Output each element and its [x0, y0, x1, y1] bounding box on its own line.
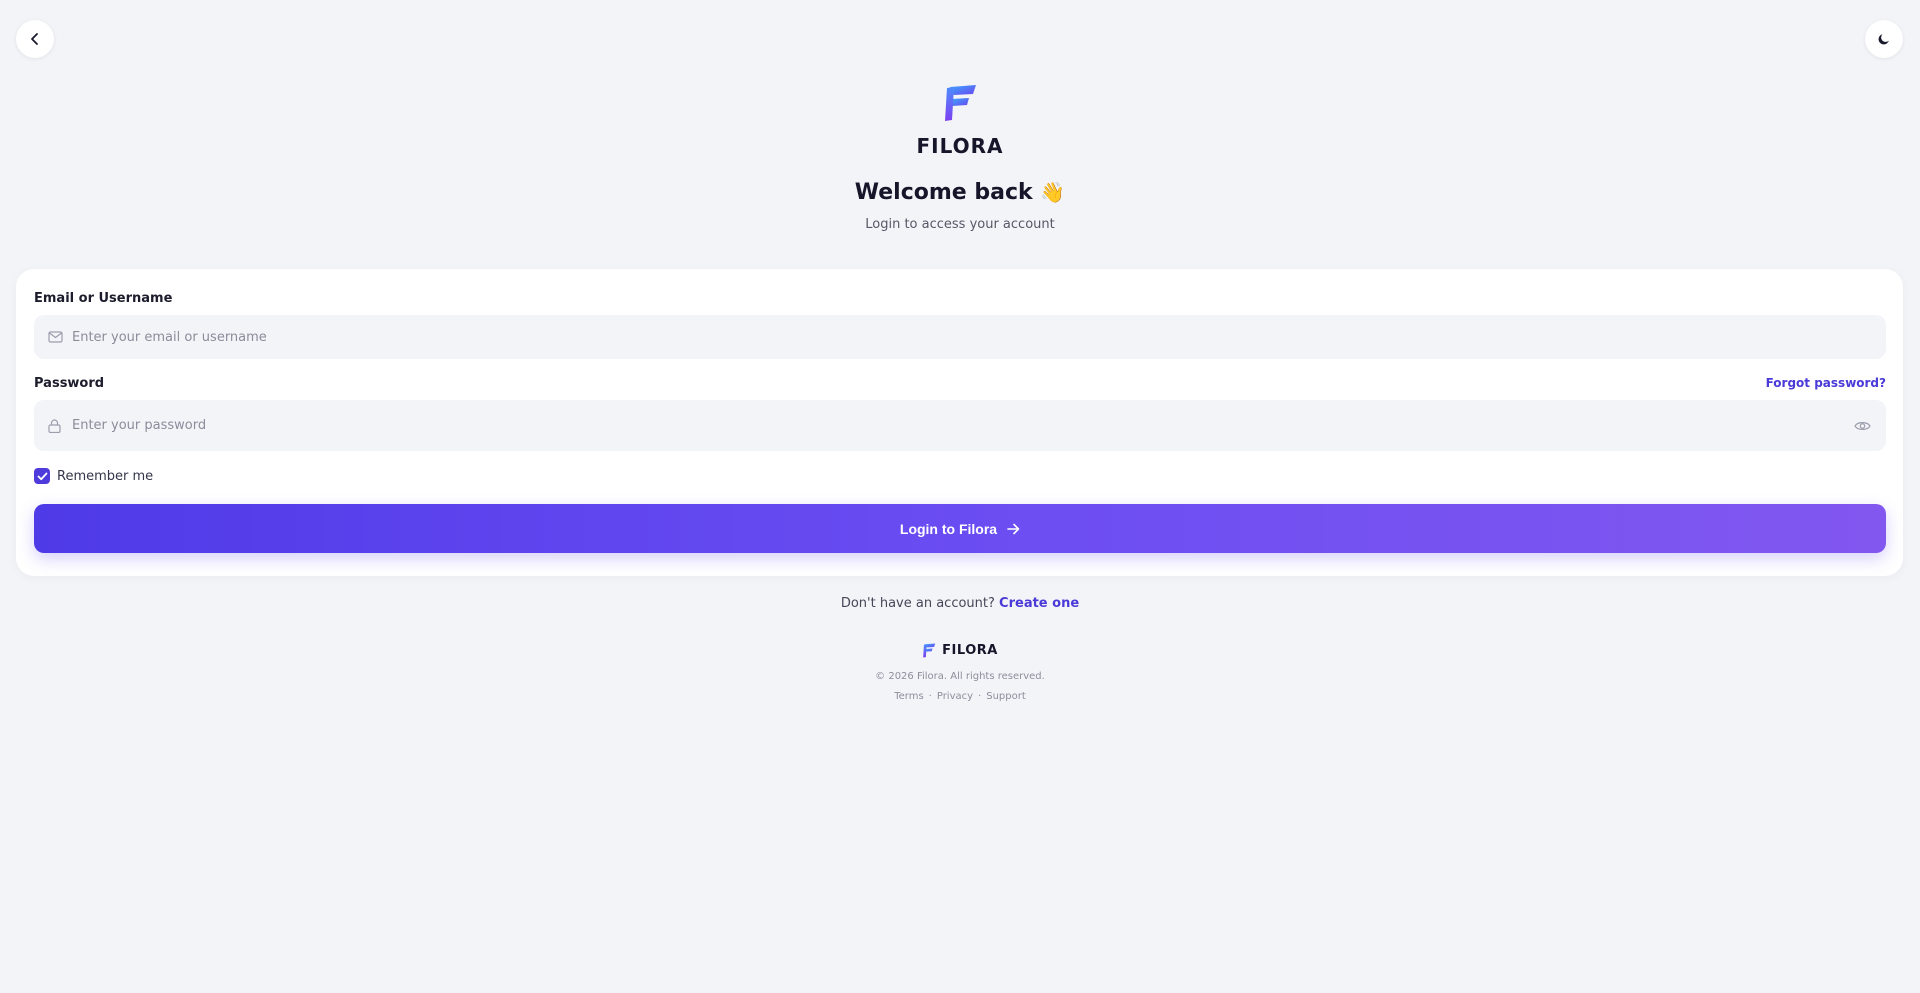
forgot-password-link[interactable]: Forgot password?	[1766, 376, 1886, 390]
wave-icon: 👋	[1040, 180, 1066, 204]
eye-icon[interactable]	[1854, 417, 1872, 435]
footer-brand: FILORA	[922, 643, 998, 658]
footer-links: Terms · Privacy · Support	[0, 691, 1920, 702]
login-page: FILORA Welcome back 👋 Login to access yo…	[0, 0, 1920, 993]
back-button[interactable]	[16, 20, 54, 58]
theme-toggle-button[interactable]	[1865, 20, 1903, 58]
lock-icon	[48, 418, 64, 434]
separator: ·	[978, 691, 982, 702]
mail-icon	[48, 329, 64, 345]
login-button[interactable]: Login to Filora	[34, 504, 1886, 553]
remember-me[interactable]: Remember me	[34, 468, 153, 484]
check-icon	[37, 472, 47, 480]
signup-text: Don't have an account?	[840, 596, 995, 611]
terms-link[interactable]: Terms	[894, 691, 923, 702]
copyright: © 2026 Filora. All rights reserved.	[875, 671, 1045, 682]
remember-checkbox[interactable]	[34, 468, 50, 484]
login-form-card: Email or Username Password Forgot passwo…	[16, 269, 1903, 576]
page-title: Welcome back 👋	[0, 180, 1920, 205]
page-subtitle: Login to access your account	[865, 217, 1055, 232]
welcome-text: Welcome back	[854, 180, 1033, 205]
password-field-wrapper	[34, 400, 1886, 451]
filora-logo	[945, 85, 976, 121]
remember-label: Remember me	[57, 468, 154, 484]
moon-icon	[1878, 34, 1889, 45]
privacy-link[interactable]: Privacy	[937, 691, 973, 702]
filora-logo-small	[923, 643, 936, 658]
email-input[interactable]	[72, 329, 1886, 345]
support-link[interactable]: Support	[986, 691, 1026, 702]
login-button-label: Login to Filora	[899, 520, 998, 537]
chevron-left-icon	[31, 33, 38, 45]
brand-header: FILORA Welcome back 👋 Login to access yo…	[0, 84, 1920, 232]
separator: ·	[928, 691, 932, 702]
password-input[interactable]	[72, 418, 1854, 433]
email-field-wrapper	[34, 315, 1886, 359]
create-account-link[interactable]: Create one	[999, 596, 1079, 611]
footer: FILORA © 2026 Filora. All rights reserve…	[0, 643, 1920, 702]
email-label: Email or Username	[34, 291, 173, 306]
arrow-right-icon	[1007, 523, 1020, 535]
signup-prompt: Don't have an account? Create one	[0, 596, 1920, 611]
password-label: Password	[34, 376, 105, 391]
footer-brand-name: FILORA	[942, 643, 998, 658]
brand-name: FILORA	[916, 134, 1004, 158]
